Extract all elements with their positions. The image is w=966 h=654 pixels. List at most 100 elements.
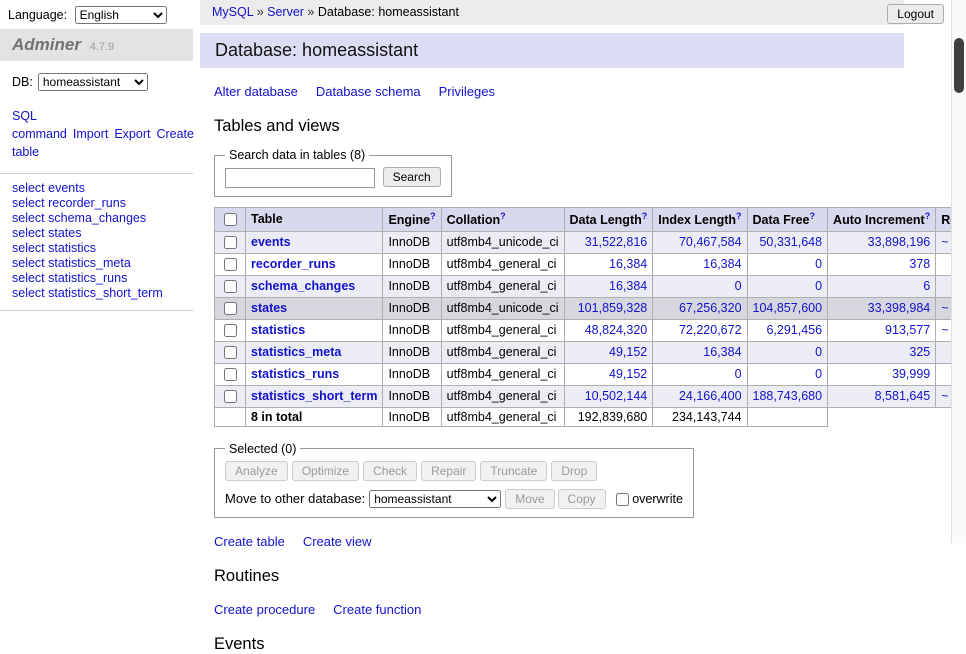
- table-name-link-recorder-runs[interactable]: recorder_runs: [251, 257, 336, 271]
- auto-increment-link[interactable]: 378: [909, 257, 930, 271]
- overwrite-option[interactable]: overwrite: [616, 492, 683, 506]
- help-link-data-free[interactable]: ?: [810, 211, 816, 221]
- data-length-link[interactable]: 16,384: [609, 279, 647, 293]
- index-length-link[interactable]: 0: [735, 367, 742, 381]
- search-button[interactable]: Search: [383, 167, 441, 187]
- data-length-link[interactable]: 10,502,144: [585, 389, 648, 403]
- index-length-link[interactable]: 24,166,400: [679, 389, 742, 403]
- overwrite-checkbox[interactable]: [616, 493, 629, 506]
- sidebar-action-links: SQL commandImportExportCreate table: [0, 107, 193, 174]
- truncate-button[interactable]: Truncate: [480, 461, 547, 481]
- help-link-data-length[interactable]: ?: [642, 211, 648, 221]
- data-free-link[interactable]: 0: [815, 345, 822, 359]
- optimize-button[interactable]: Optimize: [292, 461, 359, 481]
- sidebar-item-select-statistics-short-term[interactable]: select statistics_short_term: [12, 286, 163, 300]
- sidebar-item-select-events[interactable]: select events: [12, 181, 85, 195]
- data-free-link[interactable]: 0: [815, 279, 822, 293]
- auto-increment-link[interactable]: 325: [909, 345, 930, 359]
- help-icon: ?: [925, 211, 931, 222]
- auto-increment-link[interactable]: 33,898,196: [868, 235, 931, 249]
- link-create-table[interactable]: Create table: [214, 534, 285, 549]
- language-select[interactable]: English: [75, 6, 167, 24]
- data-length-link[interactable]: 48,824,320: [585, 323, 648, 337]
- selected-fieldset: Selected (0) AnalyzeOptimizeCheckRepairT…: [214, 442, 694, 518]
- repair-button[interactable]: Repair: [421, 461, 476, 481]
- sidebar-item-select-recorder-runs[interactable]: select recorder_runs: [12, 196, 126, 210]
- index-length-link[interactable]: 67,256,320: [679, 301, 742, 315]
- db-select[interactable]: homeassistant: [38, 73, 148, 91]
- row-checkbox-statistics-meta[interactable]: [224, 346, 237, 359]
- data-free-link[interactable]: 50,331,648: [759, 235, 822, 249]
- sidebar-item-select-statistics-meta[interactable]: select statistics_meta: [12, 256, 131, 270]
- sidebar-item-select-states[interactable]: select states: [12, 226, 81, 240]
- select-all-checkbox[interactable]: [224, 213, 237, 226]
- scrollbar-thumb[interactable]: [954, 38, 964, 93]
- check-button[interactable]: Check: [363, 461, 417, 481]
- data-length-link[interactable]: 31,522,816: [585, 235, 648, 249]
- table-name-link-statistics-short-term[interactable]: statistics_short_term: [251, 389, 377, 403]
- auto-increment-link[interactable]: 6: [923, 279, 930, 293]
- row-checkbox-statistics-short-term[interactable]: [224, 390, 237, 403]
- data-length-link[interactable]: 16,384: [609, 257, 647, 271]
- table-row-states: statesInnoDButf8mb4_unicode_ci101,859,32…: [215, 297, 966, 319]
- sidebar-link-sql-command[interactable]: SQL command: [12, 109, 67, 141]
- data-length-link[interactable]: 49,152: [609, 367, 647, 381]
- link-create-function[interactable]: Create function: [333, 602, 421, 617]
- table-name-link-events[interactable]: events: [251, 235, 291, 249]
- dblink-alter-database[interactable]: Alter database: [214, 84, 298, 99]
- table-header-row: TableEngine?Collation?Data Length?Index …: [215, 207, 966, 231]
- data-free-link[interactable]: 0: [815, 257, 822, 271]
- row-checkbox-statistics-runs[interactable]: [224, 368, 237, 381]
- help-link-index-length[interactable]: ?: [736, 211, 742, 221]
- auto-increment-link[interactable]: 913,577: [885, 323, 930, 337]
- data-free-link[interactable]: 6,291,456: [766, 323, 822, 337]
- logout-button[interactable]: Logout: [887, 4, 944, 24]
- index-length-link[interactable]: 16,384: [703, 257, 741, 271]
- link-create-procedure[interactable]: Create procedure: [214, 602, 315, 617]
- data-free-link[interactable]: 0: [815, 367, 822, 381]
- search-input[interactable]: [225, 168, 375, 188]
- index-length-link[interactable]: 70,467,584: [679, 235, 742, 249]
- data-length-link[interactable]: 49,152: [609, 345, 647, 359]
- sidebar-link-export[interactable]: Export: [114, 127, 150, 141]
- help-link-collation[interactable]: ?: [500, 211, 506, 221]
- help-link-engine[interactable]: ?: [430, 211, 436, 221]
- move-button[interactable]: Move: [505, 489, 554, 509]
- data-length-link[interactable]: 101,859,328: [578, 301, 648, 315]
- scrollbar[interactable]: [951, 0, 966, 543]
- table-name-link-statistics[interactable]: statistics: [251, 323, 305, 337]
- link-create-view[interactable]: Create view: [303, 534, 372, 549]
- dblink-privileges[interactable]: Privileges: [439, 84, 495, 99]
- row-checkbox-schema-changes[interactable]: [224, 280, 237, 293]
- drop-button[interactable]: Drop: [551, 461, 597, 481]
- analyze-button[interactable]: Analyze: [225, 461, 288, 481]
- auto-increment-link[interactable]: 39,999: [892, 367, 930, 381]
- row-checkbox-statistics[interactable]: [224, 324, 237, 337]
- breadcrumb-item-server[interactable]: Server: [267, 5, 304, 19]
- row-checkbox-states[interactable]: [224, 302, 237, 315]
- help-link-auto-increment[interactable]: ?: [925, 211, 931, 221]
- table-name-link-statistics-runs[interactable]: statistics_runs: [251, 367, 339, 381]
- copy-button[interactable]: Copy: [558, 489, 606, 509]
- table-name-link-statistics-meta[interactable]: statistics_meta: [251, 345, 341, 359]
- breadcrumb-item-mysql[interactable]: MySQL: [212, 5, 253, 19]
- data-free-cell: 0: [747, 253, 828, 275]
- dblink-database-schema[interactable]: Database schema: [316, 84, 421, 99]
- auto-increment-link[interactable]: 8,581,645: [875, 389, 931, 403]
- auto-increment-link[interactable]: 33,398,984: [868, 301, 931, 315]
- table-name-link-states[interactable]: states: [251, 301, 287, 315]
- row-checkbox-events[interactable]: [224, 236, 237, 249]
- index-length-link[interactable]: 0: [735, 279, 742, 293]
- data-free-link[interactable]: 188,743,680: [753, 389, 823, 403]
- move-db-select[interactable]: homeassistant: [369, 490, 501, 508]
- data-free-link[interactable]: 104,857,600: [753, 301, 823, 315]
- index-length-link[interactable]: 16,384: [703, 345, 741, 359]
- row-checkbox-recorder-runs[interactable]: [224, 258, 237, 271]
- sidebar-link-import[interactable]: Import: [73, 127, 108, 141]
- sidebar-item-select-schema-changes[interactable]: select schema_changes: [12, 211, 146, 225]
- index-length-link[interactable]: 72,220,672: [679, 323, 742, 337]
- sidebar-item-select-statistics[interactable]: select statistics: [12, 241, 96, 255]
- table-name-link-schema-changes[interactable]: schema_changes: [251, 279, 355, 293]
- sidebar-item-select-statistics-runs[interactable]: select statistics_runs: [12, 271, 127, 285]
- engine-cell: InnoDB: [383, 319, 441, 341]
